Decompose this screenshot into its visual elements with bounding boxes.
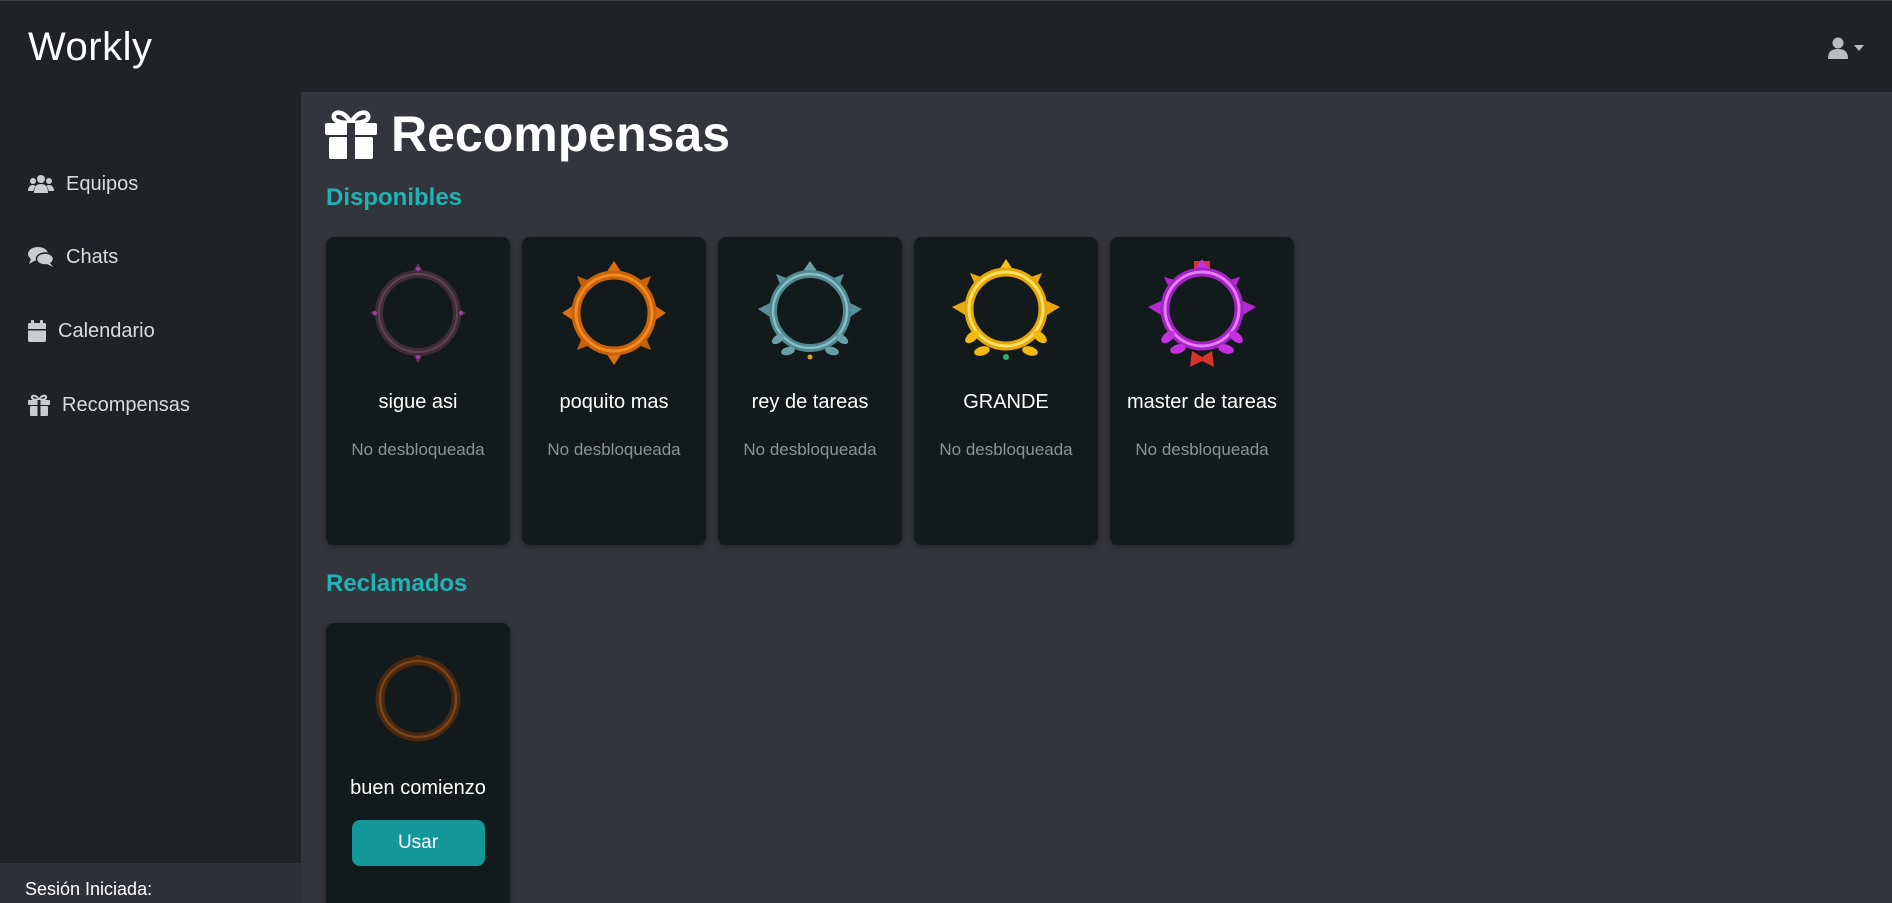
orange-star-badge	[562, 261, 666, 365]
purple-ribbon-badge	[1148, 259, 1256, 367]
sidebar-item-chats[interactable]: Chats	[28, 237, 118, 277]
main-content: Recompensas Disponibles sigue asi No des…	[301, 92, 1892, 903]
reward-card[interactable]: rey de tareas No desbloqueada	[718, 237, 902, 545]
claimed-rewards-list: buen comienzo Usar	[326, 623, 510, 903]
user-menu-toggle[interactable]	[1828, 35, 1876, 61]
section-title-available: Disponibles	[326, 184, 463, 211]
page-title: Recompensas	[325, 104, 730, 164]
gift-icon	[325, 110, 377, 159]
use-reward-button[interactable]: Usar	[351, 820, 485, 866]
sidebar-item-calendario[interactable]: Calendario	[28, 311, 155, 351]
reward-status: No desbloqueada	[1135, 440, 1269, 459]
dark-ring-badge	[370, 263, 466, 363]
claimed-reward-card: buen comienzo Usar	[326, 623, 510, 903]
reward-card[interactable]: sigue asi No desbloqueada	[326, 237, 510, 545]
calendar-icon	[28, 320, 46, 342]
reward-card[interactable]: poquito mas No desbloqueada	[522, 237, 706, 545]
reward-status: No desbloqueada	[743, 440, 877, 459]
sidebar-item-label: Recompensas	[62, 393, 190, 416]
sidebar-item-label: Calendario	[58, 319, 155, 342]
reward-name: master de tareas	[1126, 391, 1278, 413]
reward-name: poquito mas	[559, 391, 669, 413]
user-icon	[1828, 37, 1848, 59]
reward-card[interactable]: master de tareas No desbloqueada	[1110, 237, 1294, 545]
gold-laurel-badge	[952, 259, 1060, 360]
session-status: Sesión Iniciada:	[0, 863, 301, 903]
sidebar-item-label: Equipos	[66, 172, 139, 195]
sidebar-item-equipos[interactable]: Equipos	[28, 164, 138, 204]
reward-card[interactable]: GRANDE No desbloqueada	[914, 237, 1098, 545]
sidebar-item-label: Chats	[66, 245, 119, 268]
reward-name: rey de tareas	[751, 391, 869, 413]
bronze-ring-badge	[375, 655, 461, 742]
users-icon	[28, 175, 54, 193]
gift-icon	[28, 394, 50, 416]
reward-status: No desbloqueada	[939, 440, 1073, 459]
top-navbar: Workly	[0, 0, 1892, 92]
reward-status: No desbloqueada	[351, 440, 485, 459]
available-rewards-list: sigue asi No desbloqueada poquito mas No…	[326, 237, 1294, 545]
reward-name: sigue asi	[378, 391, 458, 413]
page-title-text: Recompensas	[391, 106, 731, 162]
sidebar-item-recompensas[interactable]: Recompensas	[28, 385, 190, 425]
reward-name: buen comienzo	[350, 777, 486, 799]
brand-logo[interactable]: Workly	[28, 25, 152, 70]
reward-name: GRANDE	[963, 391, 1049, 413]
reward-status: No desbloqueada	[547, 440, 681, 459]
sidebar: Equipos Chats Calendario Recompensas Ses…	[0, 92, 301, 903]
caret-down-icon	[1854, 45, 1864, 51]
comments-icon	[28, 247, 54, 267]
section-title-claimed: Reclamados	[326, 570, 468, 597]
teal-laurel-badge	[758, 261, 862, 360]
